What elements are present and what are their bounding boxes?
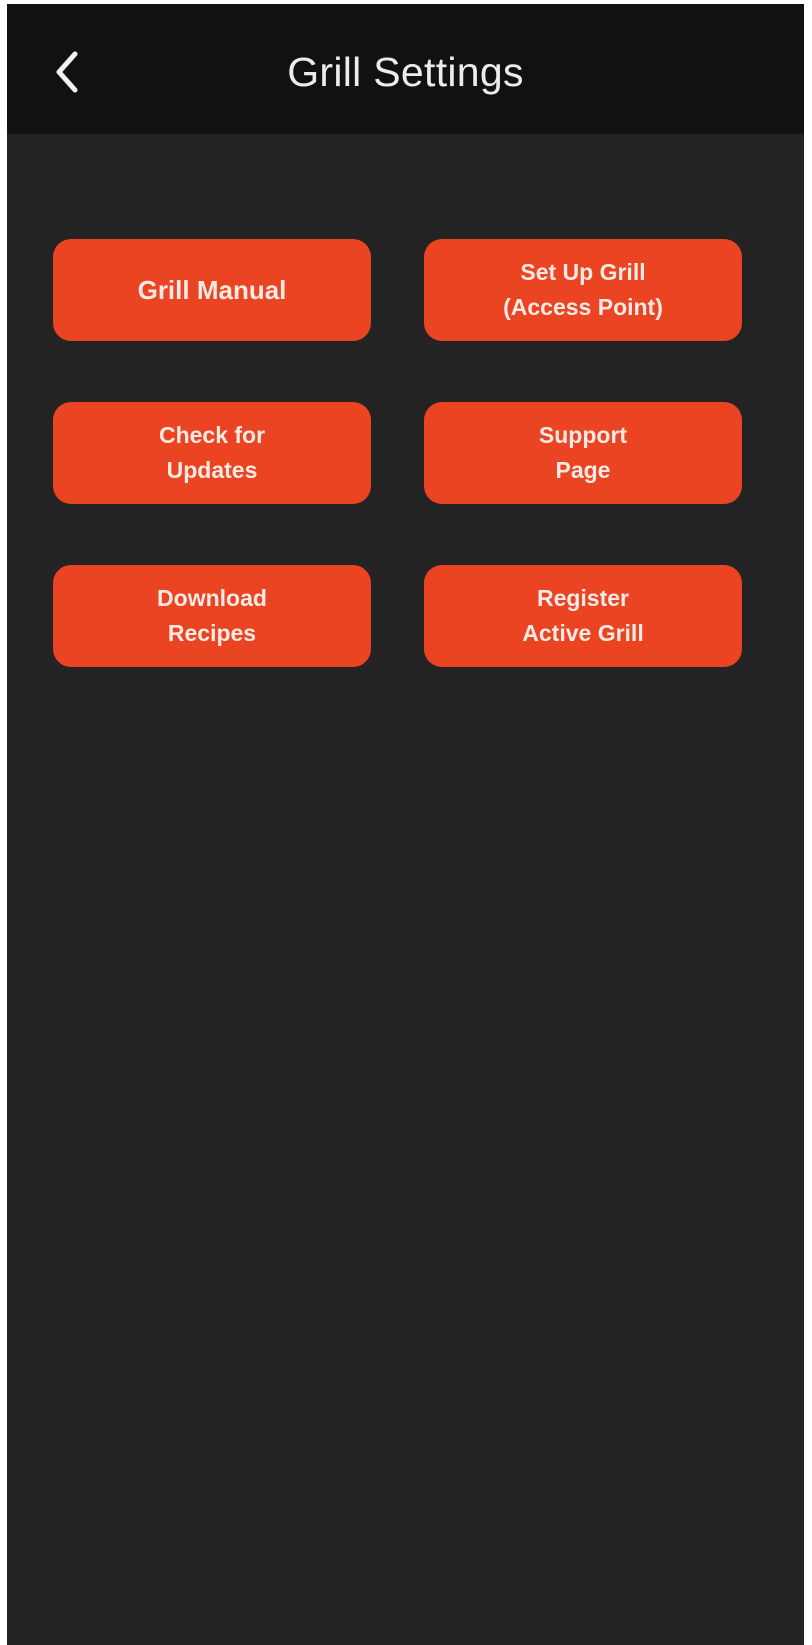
page-title: Grill Settings <box>287 49 524 95</box>
download-recipes-button[interactable]: Download Recipes <box>53 565 371 667</box>
register-active-grill-button[interactable]: Register Active Grill <box>424 565 742 667</box>
support-page-button[interactable]: Support Page <box>424 402 742 504</box>
settings-button-grid: Grill Manual Set Up Grill (Access Point)… <box>53 239 766 667</box>
grill-settings-screen: Grill Settings Grill Manual Set Up Grill… <box>7 4 804 1645</box>
check-for-updates-button[interactable]: Check for Updates <box>53 402 371 504</box>
set-up-grill-button[interactable]: Set Up Grill (Access Point) <box>424 239 742 341</box>
navigation-bar: Grill Settings <box>7 4 804 134</box>
grill-manual-button[interactable]: Grill Manual <box>53 239 371 341</box>
